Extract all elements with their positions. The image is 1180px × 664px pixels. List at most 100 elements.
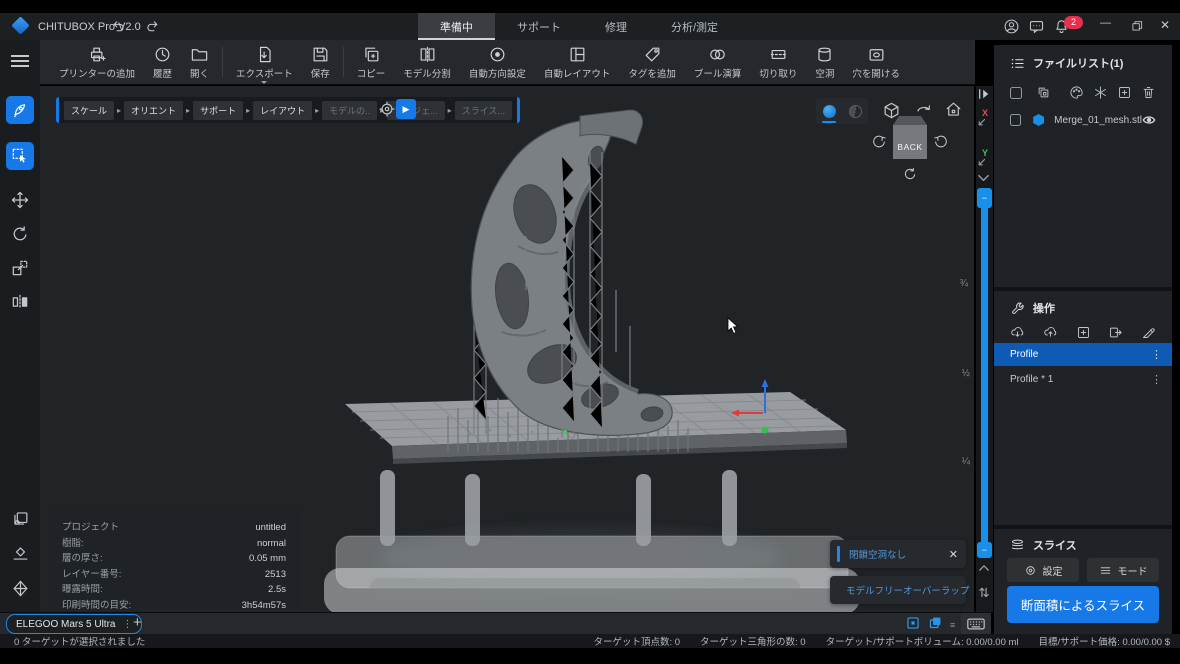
file-row[interactable]: Merge_01_mesh.stl (1010, 110, 1156, 130)
restore-button[interactable] (1130, 19, 1144, 33)
open-button[interactable]: 開く (181, 40, 218, 85)
redo-button[interactable] (144, 18, 161, 35)
viewport-3d[interactable]: スケール ▸ オリエント ▸ サポート ▸ レイアウト ▸ モデルの.. ▸ プ… (40, 86, 974, 612)
profile-row[interactable]: Profile * 1 ⋮ (994, 368, 1172, 391)
view-cube-face[interactable]: BACK (893, 125, 927, 159)
model-split-button[interactable]: モデル分割 (394, 40, 460, 85)
select-tool[interactable] (6, 142, 34, 170)
tab-analyze-measure[interactable]: 分析/測定 (649, 13, 740, 40)
single-view-toggle[interactable] (906, 616, 920, 630)
keyboard-shortcuts-button[interactable] (961, 612, 991, 634)
recolor-button[interactable] (1069, 85, 1084, 100)
view-options-menu[interactable]: ≡ (950, 616, 955, 634)
tab-support[interactable]: サポート (495, 13, 583, 40)
mirror-tool[interactable] (6, 288, 34, 316)
add-profile-button[interactable] (1076, 325, 1091, 340)
export-button[interactable]: エクスポート (227, 40, 302, 85)
workflow-step-model[interactable]: モデルの.. (322, 101, 377, 120)
save-button[interactable]: 保存 (302, 40, 339, 85)
add-tag-button[interactable]: タグを追加 (619, 40, 685, 85)
workflow-step-scale[interactable]: スケール (64, 101, 114, 120)
printer-tab[interactable]: ELEGOO Mars 5 Ultra ⋮ (6, 614, 142, 634)
cut-button[interactable]: 切り取り (750, 40, 806, 85)
kebab-menu-icon[interactable]: ⋮ (1151, 348, 1162, 361)
orientation-button[interactable] (1093, 85, 1108, 100)
workflow-step-slice[interactable]: スライス... (455, 101, 512, 120)
solid-view-button[interactable] (816, 98, 842, 124)
operations-header: 操作 (1010, 300, 1055, 316)
overlap-windows-icon (928, 615, 943, 630)
workflow-settings-button[interactable] (378, 100, 396, 118)
view-cube-top-face[interactable] (893, 116, 927, 125)
info-label: プロジェクト (62, 520, 119, 536)
move-tool[interactable] (6, 186, 34, 214)
layer-slider-track[interactable] (981, 196, 988, 548)
add-file-button[interactable] (1117, 85, 1132, 100)
copy-button[interactable]: コピー (348, 40, 395, 85)
close-button[interactable]: ✕ (1160, 18, 1170, 32)
scale-tool[interactable] (6, 254, 34, 282)
rotate-tool[interactable] (6, 220, 34, 248)
group-files-button[interactable] (1036, 85, 1051, 100)
eye-icon (1142, 114, 1156, 126)
slice-settings-button[interactable]: 設定 (1007, 558, 1079, 582)
kebab-menu-icon[interactable]: ⋮ (122, 619, 132, 630)
lattice-diamond-icon (11, 579, 30, 598)
file-checkbox[interactable] (1010, 114, 1021, 126)
xray-view-button[interactable] (842, 98, 868, 124)
kebab-menu-icon[interactable]: ⋮ (1151, 373, 1162, 386)
feedback-button[interactable] (1028, 18, 1045, 35)
clone-tool[interactable] (6, 504, 34, 532)
expand-slider-button[interactable] (978, 564, 990, 572)
home-view-button[interactable] (944, 100, 963, 119)
add-printer-tab-button[interactable]: + (133, 613, 142, 633)
toast-model-overlap: モデルフリーオーバーラップ ✕ (830, 576, 966, 604)
workflow-run-button[interactable]: ▶ (396, 99, 416, 119)
layer-slider-top-handle[interactable]: − (977, 188, 992, 208)
main-menu-button[interactable] (11, 52, 29, 70)
collapse-axes-button[interactable] (977, 174, 990, 182)
auto-orient-button[interactable]: 自動方向設定 (460, 40, 535, 85)
layer-slider-bottom-handle[interactable]: − (977, 542, 992, 558)
swap-range-button[interactable] (977, 584, 991, 600)
export-profile-button[interactable] (1108, 325, 1123, 340)
axis-x-label[interactable]: X (982, 108, 988, 118)
import-profile-button[interactable] (1010, 325, 1025, 340)
solid-sphere-icon (823, 105, 836, 118)
collapse-panel-button[interactable] (977, 88, 991, 100)
slice-mode-button[interactable]: モード (1087, 558, 1159, 582)
axis-y-label[interactable]: Y (982, 148, 988, 158)
rotate-down-button[interactable] (902, 166, 918, 182)
edit-profile-button[interactable] (1141, 325, 1156, 340)
profile-row-selected[interactable]: Profile ⋮ (994, 343, 1172, 366)
multi-view-toggle[interactable] (928, 615, 943, 630)
hollow-button[interactable]: 空洞 (806, 40, 843, 85)
drill-hole-button[interactable]: 穴を開ける (843, 40, 909, 85)
tab-repair[interactable]: 修理 (583, 13, 649, 40)
minimize-button[interactable]: — (1100, 17, 1111, 29)
quick-print-tool[interactable] (6, 96, 34, 124)
lattice-tool[interactable] (6, 574, 34, 602)
account-button[interactable] (1003, 18, 1020, 35)
close-icon[interactable]: ✕ (949, 548, 958, 561)
tab-prepare[interactable]: 準備中 (418, 13, 495, 40)
workflow-step-orient[interactable]: オリエント (124, 101, 183, 120)
metric-vertices: ターゲット頂点数: 0 (593, 634, 680, 648)
slice-by-area-button[interactable]: 断面積によるスライス (1007, 586, 1159, 623)
workflow-step-layout[interactable]: レイアウト (253, 101, 312, 120)
auto-layout-button[interactable]: 自動レイアウト (535, 40, 620, 85)
rocket-icon (11, 101, 29, 119)
visibility-toggle[interactable] (1142, 114, 1156, 126)
undo-button[interactable] (110, 18, 127, 35)
rotate-left-button[interactable] (871, 134, 887, 150)
boolean-button[interactable]: ブール演算 (685, 40, 751, 85)
history-button[interactable]: 履歴 (144, 40, 181, 85)
place-on-plate-tool[interactable] (6, 539, 34, 567)
workflow-step-support[interactable]: サポート (193, 101, 243, 120)
metric-volume: ターゲット/サポートボリューム: 0.00/0.00 ml (826, 634, 1019, 648)
add-printer-button[interactable]: プリンターの追加 (50, 40, 144, 85)
rotate-right-button[interactable] (933, 134, 949, 150)
select-all-checkbox[interactable] (1010, 87, 1022, 99)
delete-file-button[interactable] (1141, 85, 1156, 100)
upload-profile-button[interactable] (1043, 325, 1058, 340)
